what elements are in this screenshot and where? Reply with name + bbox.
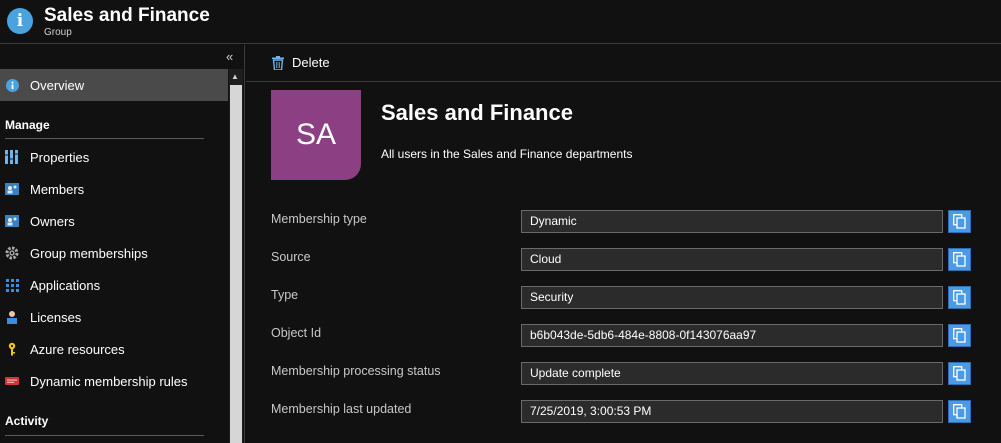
sidebar-item-group-memberships[interactable]: Group memberships: [0, 237, 228, 269]
membership-processing-status-field[interactable]: Update complete: [521, 362, 943, 385]
owners-icon: [5, 214, 19, 228]
sidebar-item-licenses[interactable]: Licenses: [0, 301, 228, 333]
grid-icon: [5, 278, 19, 292]
type-field[interactable]: Security: [521, 286, 943, 309]
sidebar-item-owners[interactable]: Owners: [0, 205, 228, 237]
copy-button[interactable]: [948, 210, 971, 233]
sidebar-item-label: Dynamic membership rules: [30, 373, 188, 389]
toolbar-divider: [246, 81, 1001, 82]
license-icon: [5, 310, 19, 324]
collapse-sidebar-button[interactable]: «: [226, 49, 233, 64]
sidebar-item-label: Properties: [30, 149, 90, 165]
properties-icon: [5, 150, 19, 164]
section-heading-manage: Manage: [5, 118, 50, 132]
copy-icon: [953, 214, 966, 229]
sidebar-item-applications[interactable]: Applications: [0, 269, 228, 301]
property-label-membership-last-updated: Membership last updated: [271, 402, 412, 416]
property-label-object-id: Object Id: [271, 326, 322, 340]
info-icon: [5, 78, 19, 92]
page-header: i Sales and Finance Group: [0, 0, 1001, 44]
scroll-up-arrow-icon[interactable]: ▲: [231, 72, 239, 81]
copy-icon: [953, 328, 966, 343]
info-icon: i: [7, 8, 33, 34]
copy-icon: [953, 404, 966, 419]
sidebar-item-properties[interactable]: Properties: [0, 141, 228, 173]
sidebar-item-label: Azure resources: [30, 341, 125, 357]
copy-button[interactable]: [948, 362, 971, 385]
property-label-membership-processing-status: Membership processing status: [271, 364, 441, 378]
sidebar: « ▲ Overview Manage Properties Members O…: [0, 45, 245, 443]
sidebar-item-label: Licenses: [30, 309, 82, 325]
copy-button[interactable]: [948, 248, 971, 271]
sidebar-item-overview[interactable]: Overview: [0, 69, 228, 101]
sidebar-item-label: Applications: [30, 277, 101, 293]
key-icon: [5, 342, 19, 356]
sidebar-item-members[interactable]: Members: [0, 173, 228, 205]
copy-icon: [953, 252, 966, 267]
membership-last-updated-field[interactable]: 7/25/2019, 3:00:53 PM: [521, 400, 943, 423]
members-icon: [5, 182, 19, 196]
copy-button[interactable]: [948, 286, 971, 309]
membership-type-field[interactable]: Dynamic: [521, 210, 943, 233]
copy-button[interactable]: [948, 324, 971, 347]
copy-icon: [953, 290, 966, 305]
property-label-source: Source: [271, 250, 311, 264]
source-field[interactable]: Cloud: [521, 248, 943, 271]
sidebar-item-label: Overview: [30, 77, 85, 93]
group-name: Sales and Finance: [381, 100, 573, 125]
rules-icon: [5, 374, 19, 388]
gear-icon: [5, 246, 19, 260]
delete-button[interactable]: Delete: [272, 55, 330, 70]
trash-icon: [272, 55, 284, 70]
section-divider: [5, 435, 204, 436]
object-id-field[interactable]: b6b043de-5db6-484e-8808-0f143076aa97: [521, 324, 943, 347]
delete-button-label: Delete: [292, 55, 330, 70]
copy-icon: [953, 366, 966, 381]
sidebar-item-azure-resources[interactable]: Azure resources: [0, 333, 228, 365]
main-content: Delete SA Sales and Finance All users in…: [246, 45, 1001, 443]
sidebar-item-label: Members: [30, 181, 85, 197]
group-description: All users in the Sales and Finance depar…: [381, 147, 633, 161]
page-title: Sales and Finance: [44, 5, 210, 26]
property-label-membership-type: Membership type: [271, 212, 367, 226]
section-divider: [5, 138, 204, 139]
sidebar-item-label: Group memberships: [30, 245, 148, 261]
sidebar-item-label: Owners: [30, 213, 75, 229]
sidebar-scrollbar-thumb[interactable]: [230, 85, 242, 443]
copy-button[interactable]: [948, 400, 971, 423]
sidebar-item-dynamic-membership-rules[interactable]: Dynamic membership rules: [0, 365, 228, 397]
property-label-type: Type: [271, 288, 299, 302]
page-subtitle: Group: [44, 27, 72, 38]
section-heading-activity: Activity: [5, 414, 49, 428]
avatar: SA: [271, 90, 361, 180]
